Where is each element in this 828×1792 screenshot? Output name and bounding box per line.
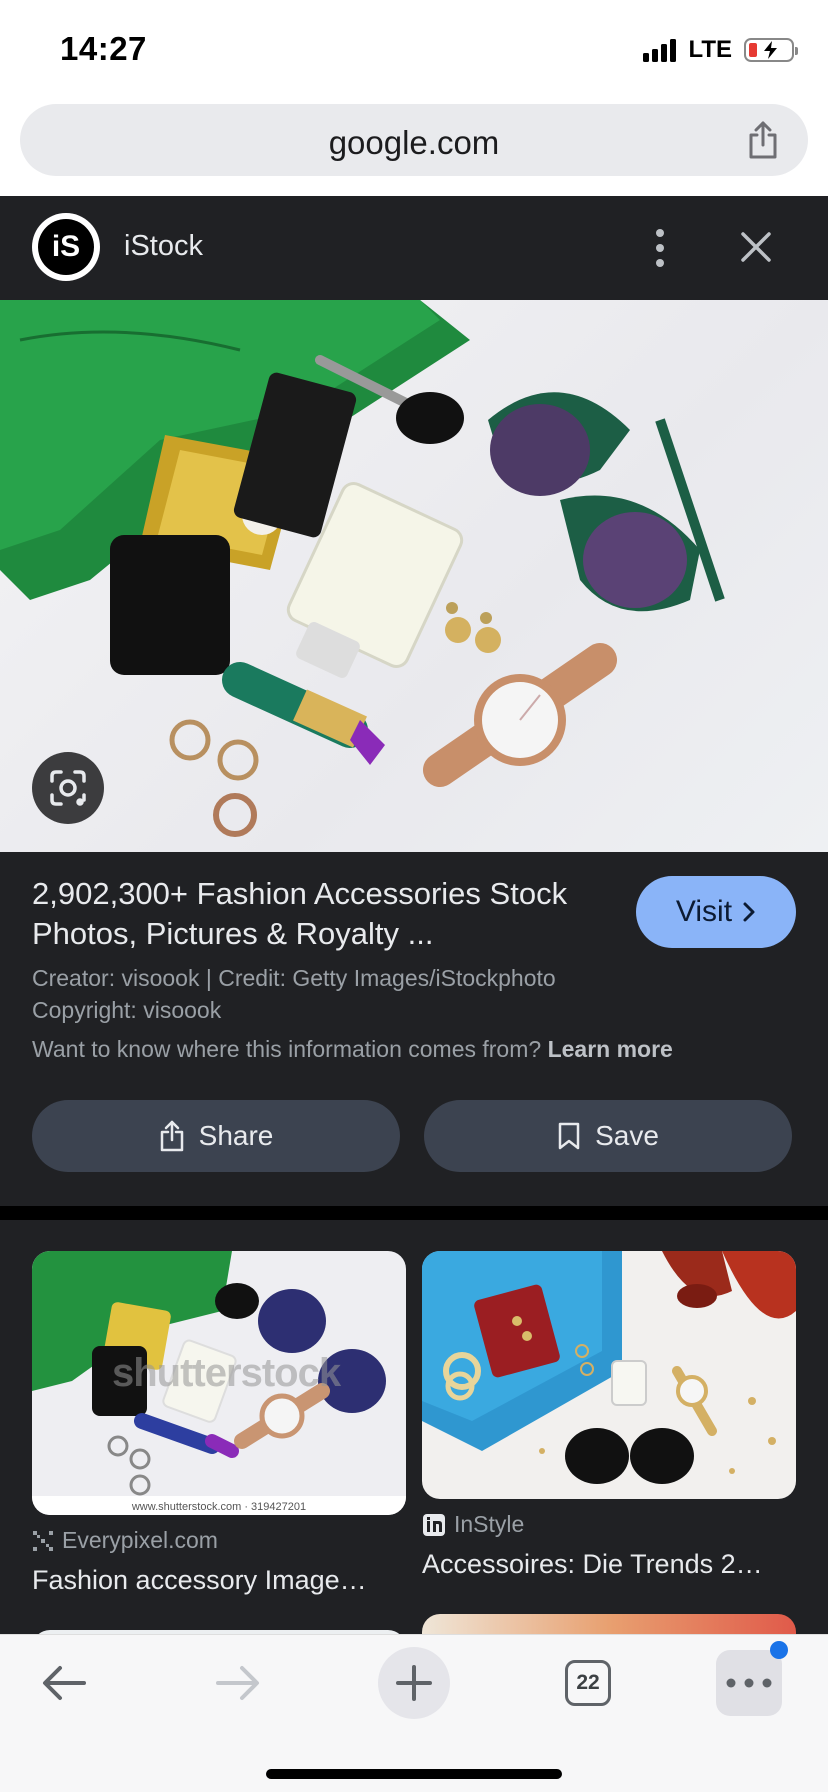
preview-image[interactable] [0,300,828,852]
status-indicators: LTE [643,36,798,64]
share-label: Share [198,1120,274,1151]
result-title[interactable]: Fashion accessory Image… [32,1565,367,1596]
url-text[interactable]: google.com [20,124,808,162]
related-results: shutterstock www.shutterstock.com · 3194… [0,1220,828,1634]
info-question: Want to know where this information come… [32,1036,542,1062]
share-button[interactable]: Share [32,1100,400,1172]
more-horiz-icon[interactable] [716,1650,782,1716]
more-vert-icon[interactable] [640,226,680,270]
result-source[interactable]: Everypixel.com [32,1527,218,1554]
copyright: Copyright: visoook [32,997,222,1023]
image-viewer-panel: iS iStock 2,902,300+ Fashion Accessories… [0,196,828,1206]
watermark: shutterstock [112,1351,341,1395]
status-time: 14:27 [60,30,147,67]
forward-arrow-icon [202,1647,274,1719]
learn-more-link[interactable]: Learn more [548,1036,673,1062]
browser-address-area: google.com [0,96,828,196]
notification-badge [770,1641,788,1659]
share-icon [160,1120,183,1152]
visit-button[interactable]: Visit [636,876,796,948]
instyle-icon [423,1513,445,1536]
tab-switcher-button[interactable]: 22 [552,1647,624,1719]
bottom-toolbar: 22 [0,1634,828,1792]
back-arrow-icon[interactable] [28,1647,100,1719]
lens-icon[interactable] [32,752,104,824]
battery-charging-icon [744,38,798,62]
status-bar: 14:27 LTE [0,0,828,96]
new-tab-button[interactable] [378,1647,450,1719]
share-icon[interactable] [744,120,782,160]
close-icon[interactable] [735,226,777,268]
result-title[interactable]: Accessoires: Die Trends 2… [422,1549,763,1580]
address-bar[interactable]: google.com [20,104,808,176]
result-thumbnail[interactable]: shutterstock www.shutterstock.com · 3194… [32,1251,406,1515]
plus-icon [396,1665,432,1701]
bookmark-icon [558,1122,580,1150]
result-source[interactable]: InStyle [422,1511,524,1538]
istock-logo-text: iS [38,219,94,275]
section-divider [0,1206,828,1220]
image-title[interactable]: 2,902,300+ Fashion Accessories Stock Pho… [32,874,592,954]
source-logo[interactable]: iS [32,213,100,281]
everypixel-icon [33,1530,53,1551]
result-source-name: InStyle [454,1511,525,1537]
save-button[interactable]: Save [424,1100,792,1172]
result-source-name: Everypixel.com [62,1527,218,1553]
info-source-line: Want to know where this information come… [32,1036,673,1063]
tab-count: 22 [565,1660,611,1706]
next-result-thumbnail[interactable] [422,1614,796,1634]
result-thumbnail[interactable] [422,1251,796,1499]
signal-bars-icon [643,38,677,62]
visit-label: Visit [675,895,733,928]
home-indicator [266,1769,562,1779]
network-type: LTE [688,36,732,63]
save-label: Save [595,1120,659,1151]
creator-credit: Creator: visoook | Credit: Getty Images/… [32,965,556,991]
chevron-right-icon [743,902,755,922]
thumbnail-footer: www.shutterstock.com · 319427201 [131,1501,307,1513]
viewer-header: iS iStock [0,196,828,300]
source-name[interactable]: iStock [124,230,203,263]
